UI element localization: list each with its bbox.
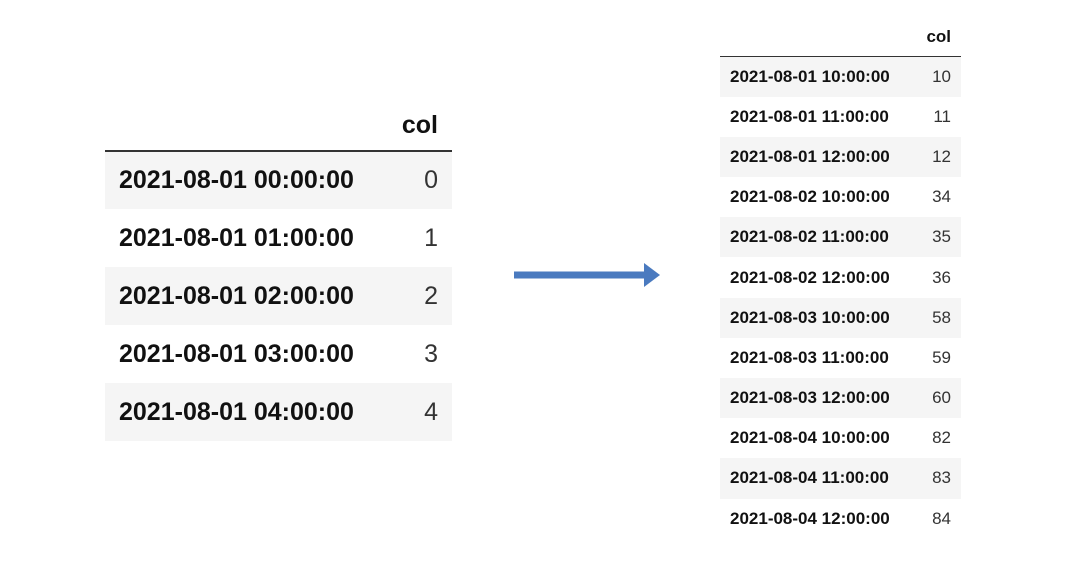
right-dataframe-table: col 2021-08-01 10:00:00 10 2021-08-01 11… <box>720 18 961 539</box>
table-row: 2021-08-03 10:00:00 58 <box>720 297 961 338</box>
cell-value: 34 <box>932 187 951 207</box>
table-row: 2021-08-01 02:00:00 2 <box>105 267 452 325</box>
cell-value: 58 <box>932 307 951 327</box>
row-index: 2021-08-02 12:00:00 <box>730 267 890 287</box>
row-index: 2021-08-01 01:00:00 <box>119 223 354 252</box>
table-row: 2021-08-01 00:00:00 0 <box>105 151 452 209</box>
table-row: 2021-08-01 03:00:00 3 <box>105 325 452 383</box>
right-header-row: col <box>720 18 961 57</box>
row-index: 2021-08-01 12:00:00 <box>730 146 890 166</box>
row-index: 2021-08-01 02:00:00 <box>119 281 354 310</box>
cell-value: 0 <box>424 166 438 194</box>
table-row: 2021-08-01 11:00:00 11 <box>720 96 961 137</box>
left-index-header <box>105 100 394 152</box>
table-row: 2021-08-01 12:00:00 12 <box>720 136 961 178</box>
row-index: 2021-08-02 10:00:00 <box>730 187 890 207</box>
row-index: 2021-08-01 11:00:00 <box>730 106 889 126</box>
left-column-header: col <box>393 100 452 152</box>
row-index: 2021-08-03 12:00:00 <box>730 388 890 408</box>
table-row: 2021-08-04 12:00:00 84 <box>720 498 961 539</box>
row-index: 2021-08-01 00:00:00 <box>119 166 354 194</box>
cell-value: 11 <box>933 106 951 126</box>
left-header-row: col <box>105 100 452 152</box>
cell-value: 82 <box>932 428 951 448</box>
table-row: 2021-08-04 11:00:00 83 <box>720 458 961 499</box>
table-row: 2021-08-03 11:00:00 59 <box>720 337 961 378</box>
cell-value: 36 <box>932 267 951 287</box>
table-row: 2021-08-01 04:00:00 4 <box>105 383 452 441</box>
table-row: 2021-08-04 10:00:00 82 <box>720 418 961 459</box>
row-index: 2021-08-04 10:00:00 <box>730 428 890 448</box>
row-index: 2021-08-04 11:00:00 <box>730 468 889 488</box>
row-index: 2021-08-01 10:00:00 <box>730 66 890 86</box>
table-row: 2021-08-03 12:00:00 60 <box>720 378 961 419</box>
right-index-header <box>720 18 921 57</box>
row-index: 2021-08-04 12:00:00 <box>730 508 890 528</box>
cell-value: 12 <box>932 146 951 166</box>
table-row: 2021-08-02 10:00:00 34 <box>720 177 961 218</box>
cell-value: 3 <box>424 339 438 368</box>
right-column-header: col <box>920 18 961 57</box>
cell-value: 84 <box>932 508 951 528</box>
right-arrow-icon <box>514 263 660 287</box>
cell-value: 35 <box>932 227 951 247</box>
row-index: 2021-08-01 03:00:00 <box>119 339 354 368</box>
row-index: 2021-08-03 11:00:00 <box>730 347 889 367</box>
cell-value: 1 <box>424 223 438 252</box>
table-row: 2021-08-01 01:00:00 1 <box>105 209 452 267</box>
cell-value: 4 <box>424 397 438 426</box>
table-row: 2021-08-01 10:00:00 10 <box>720 56 961 97</box>
row-index: 2021-08-03 10:00:00 <box>730 307 890 327</box>
cell-value: 10 <box>932 66 951 86</box>
table-row: 2021-08-02 12:00:00 36 <box>720 257 961 298</box>
row-index: 2021-08-02 11:00:00 <box>730 227 889 247</box>
cell-value: 60 <box>932 388 951 408</box>
table-row: 2021-08-02 11:00:00 35 <box>720 217 961 258</box>
left-dataframe-table: col 2021-08-01 00:00:00 0 2021-08-01 01:… <box>105 100 452 441</box>
cell-value: 59 <box>932 347 951 367</box>
cell-value: 2 <box>424 281 438 310</box>
row-index: 2021-08-01 04:00:00 <box>119 397 354 426</box>
cell-value: 83 <box>932 468 951 488</box>
